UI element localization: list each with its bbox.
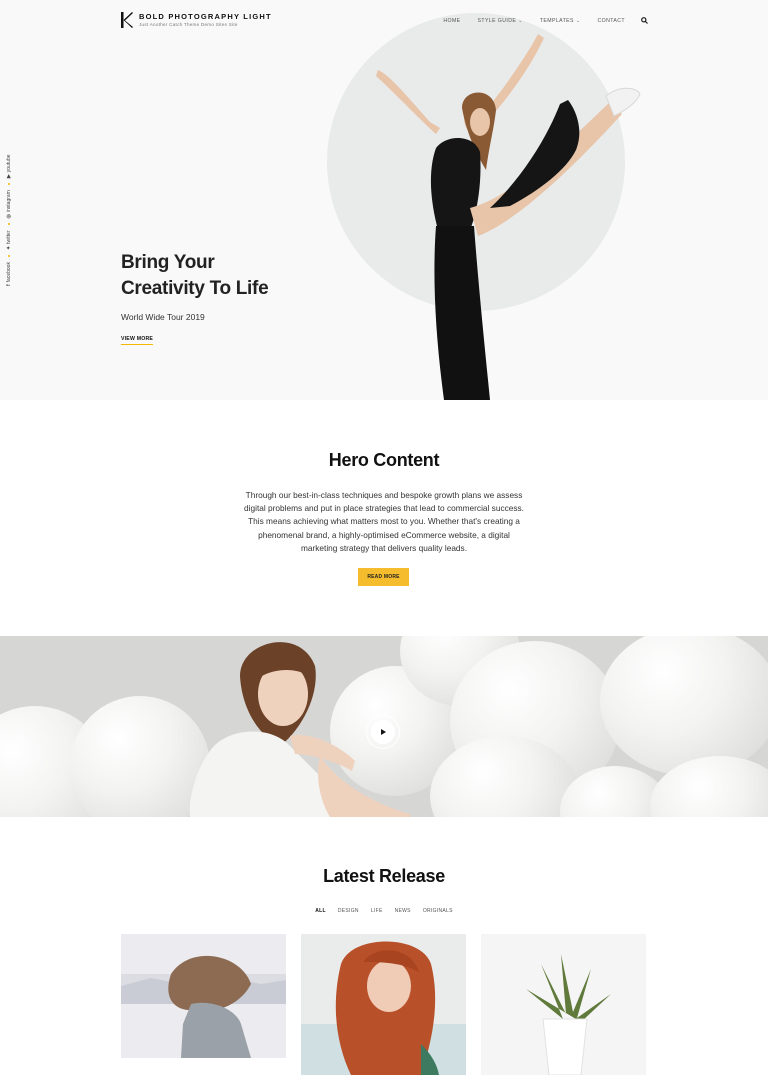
video-play-button[interactable] — [366, 715, 400, 749]
nav-item-label: CONTACT — [597, 17, 625, 24]
nav-item-home[interactable]: HOME — [443, 18, 460, 24]
social-twitter-link[interactable]: ✦ twitter — [6, 230, 12, 250]
read-more-button[interactable]: READ MORE — [358, 568, 409, 586]
portfolio-card-red-hair[interactable] — [301, 934, 466, 1075]
hero-subtitle: World Wide Tour 2019 — [121, 312, 205, 322]
filter-news[interactable]: NEWS — [395, 908, 411, 914]
red-hair-woman-image — [301, 934, 466, 1075]
chevron-down-icon: ⌄ — [518, 17, 523, 24]
potted-plant-image — [481, 934, 646, 1075]
hero-content-title: Hero Content — [328, 450, 440, 470]
play-icon — [381, 729, 386, 735]
search-icon[interactable] — [641, 17, 648, 24]
social-separator — [8, 183, 10, 186]
social-label: youtube — [6, 154, 12, 173]
social-separator — [8, 223, 10, 226]
site-tagline: Just Another Catch Theme Demo Sites Site — [139, 22, 238, 27]
latest-release-title: Latest Release — [323, 866, 445, 886]
social-instagram-link[interactable]: ◎ instagram — [6, 190, 12, 218]
social-youtube-link[interactable]: ▶ youtube — [6, 155, 12, 179]
hero-section: Bring Your Creativity To Life World Wide… — [0, 0, 768, 400]
twitter-icon: ✦ — [6, 245, 12, 251]
filter-all[interactable]: ALL — [315, 908, 326, 914]
hero-content-text: Through our best-in-class techniques and… — [244, 490, 524, 553]
portfolio-filters: ALL DESIGN LIFE NEWS ORIGINALS — [0, 908, 768, 914]
instagram-icon: ◎ — [6, 214, 12, 219]
social-facebook-link[interactable]: f facebook — [6, 262, 12, 286]
hero-title: Bring Your Creativity To Life — [121, 252, 269, 299]
site-logo[interactable]: BOLD PHOTOGRAPHY LIGHT Just Another Catc… — [121, 12, 272, 28]
balloon-decoration — [600, 636, 768, 776]
nav-item-contact[interactable]: CONTACT — [598, 18, 626, 24]
social-label: twitter — [6, 230, 12, 244]
portfolio-card-plant[interactable] — [481, 934, 646, 1075]
social-label: instagram — [6, 190, 12, 213]
nav-item-label: TEMPLATES — [539, 17, 574, 24]
youtube-icon: ▶ — [6, 174, 12, 179]
site-title: BOLD PHOTOGRAPHY LIGHT — [139, 12, 272, 21]
social-label: facebook — [6, 262, 12, 283]
hero-dancer-image — [376, 34, 641, 400]
filter-originals[interactable]: ORIGINALS — [423, 908, 453, 914]
filter-life[interactable]: LIFE — [371, 908, 383, 914]
social-separator — [8, 255, 10, 258]
view-more-link[interactable]: VIEW MORE — [121, 336, 154, 345]
woman-snow-image — [121, 934, 286, 1058]
nav-item-templates[interactable]: TEMPLATES ⌄ — [540, 18, 581, 24]
social-links: f facebook ✦ twitter ◎ instagram ▶ youtube — [6, 146, 18, 287]
filter-design[interactable]: DESIGN — [338, 908, 359, 914]
site-header: BOLD PHOTOGRAPHY LIGHT Just Another Catc… — [0, 0, 768, 40]
chevron-down-icon: ⌄ — [575, 17, 581, 24]
facebook-icon: f — [6, 284, 12, 286]
nav-item-label: HOME — [443, 17, 461, 24]
main-nav: HOME STYLE GUIDE ⌄ TEMPLATES ⌄ CONTACT — [426, 17, 648, 24]
portfolio-card-woman-snow[interactable] — [121, 934, 286, 1058]
logo-k-icon — [121, 12, 133, 28]
nav-item-style-guide[interactable]: STYLE GUIDE ⌄ — [478, 18, 523, 24]
nav-item-label: STYLE GUIDE — [477, 17, 517, 24]
